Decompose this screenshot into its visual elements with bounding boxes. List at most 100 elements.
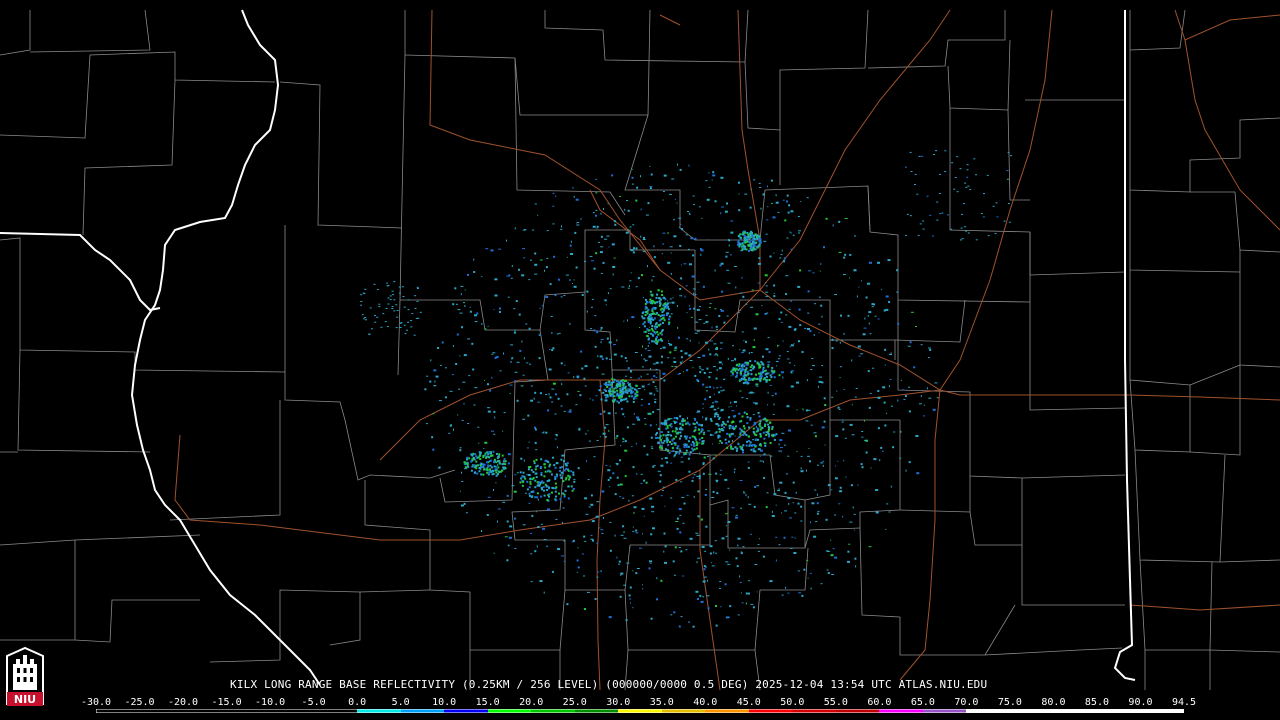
echo-pixel (743, 234, 746, 237)
echo-pixel (616, 339, 618, 342)
echo-pixel (910, 311, 914, 313)
echo-pixel (907, 345, 911, 347)
echo-pixel (728, 406, 730, 408)
echo-pixel (696, 411, 698, 413)
echo-pixel (656, 409, 660, 411)
echo-pixel (860, 353, 864, 355)
echo-pixel (806, 469, 807, 472)
echo-pixel (618, 396, 621, 399)
echo-pixel (624, 475, 627, 478)
echo-pixel (546, 230, 549, 232)
echo-pixel (653, 312, 656, 315)
echo-pixel (794, 537, 796, 539)
echo-pixel (640, 473, 643, 475)
echo-pixel (674, 421, 676, 424)
echo-pixel (547, 461, 550, 464)
echo-pixel (744, 193, 748, 195)
echo-pixel (961, 213, 963, 215)
echo-pixel (678, 448, 681, 450)
echo-pixel (483, 463, 486, 466)
echo-pixel (629, 226, 632, 228)
echo-pixel (653, 256, 656, 259)
echo-pixel (528, 441, 530, 443)
echo-pixel (520, 457, 523, 460)
echo-pixel (608, 384, 611, 386)
echo-pixel (692, 288, 696, 290)
echo-pixel (661, 339, 664, 342)
echo-pixel (507, 296, 510, 298)
echo-pixel (595, 209, 598, 211)
echo-pixel (726, 315, 729, 317)
echo-pixel (966, 176, 969, 178)
echo-pixel (552, 205, 555, 207)
echo-pixel (487, 407, 491, 409)
echo-pixel (969, 189, 972, 191)
echo-pixel (649, 392, 653, 395)
echo-pixel (818, 380, 822, 383)
echo-pixel (572, 471, 575, 474)
echo-pixel (653, 393, 655, 396)
echo-pixel (754, 402, 758, 405)
echo-pixel (389, 299, 392, 301)
echo-pixel (786, 351, 789, 353)
echo-pixel (649, 165, 651, 167)
echo-pixel (726, 420, 729, 423)
echo-pixel (535, 511, 537, 513)
echo-pixel (900, 430, 902, 433)
echo-pixel (676, 517, 679, 520)
echo-pixel (682, 522, 685, 524)
echo-pixel (746, 238, 749, 241)
echo-pixel (854, 557, 857, 560)
echo-pixel (963, 226, 966, 228)
echo-pixel (549, 470, 552, 473)
echo-pixel (733, 471, 735, 474)
echo-pixel (623, 584, 627, 586)
echo-pixel (692, 476, 694, 479)
echo-pixel (670, 313, 673, 315)
echo-pixel (666, 437, 669, 440)
echo-pixel (526, 480, 529, 483)
echo-pixel (771, 372, 774, 375)
echo-pixel (798, 230, 801, 232)
echo-pixel (662, 434, 665, 437)
echo-pixel (533, 460, 536, 463)
echo-pixel (750, 249, 753, 252)
echo-pixel (497, 464, 499, 466)
echo-pixel (561, 225, 562, 228)
echo-pixel (758, 243, 761, 246)
echo-pixel (693, 442, 696, 445)
echo-pixel (563, 495, 566, 498)
echo-pixel (780, 371, 784, 374)
echo-pixel (725, 255, 728, 258)
echo-pixel (772, 413, 775, 415)
echo-pixel (709, 545, 713, 548)
echo-pixel (626, 426, 629, 429)
echo-pixel (605, 304, 607, 306)
echo-pixel (548, 486, 550, 489)
echo-pixel (608, 341, 612, 344)
echo-pixel (528, 494, 531, 497)
echo-pixel (840, 314, 842, 317)
echo-pixel (416, 288, 419, 289)
echo-pixel (472, 368, 475, 371)
echo-pixel (737, 544, 739, 547)
echo-pixel (773, 295, 776, 298)
echo-pixel (800, 505, 803, 508)
echo-pixel (839, 377, 841, 379)
echo-pixel (741, 449, 744, 452)
echo-pixel (696, 378, 699, 381)
echo-pixel (541, 305, 544, 307)
echo-pixel (670, 462, 673, 464)
echo-pixel (909, 151, 912, 153)
echo-pixel (712, 174, 716, 177)
echo-pixel (691, 435, 694, 438)
echo-pixel (601, 358, 604, 361)
echo-pixel (668, 315, 671, 318)
echo-pixel (823, 420, 826, 423)
echo-pixel (667, 433, 670, 436)
echo-pixel (633, 396, 636, 399)
echo-pixel (468, 375, 471, 377)
echo-pixel (680, 456, 683, 458)
echo-pixel (858, 286, 860, 288)
echo-pixel (628, 285, 630, 287)
